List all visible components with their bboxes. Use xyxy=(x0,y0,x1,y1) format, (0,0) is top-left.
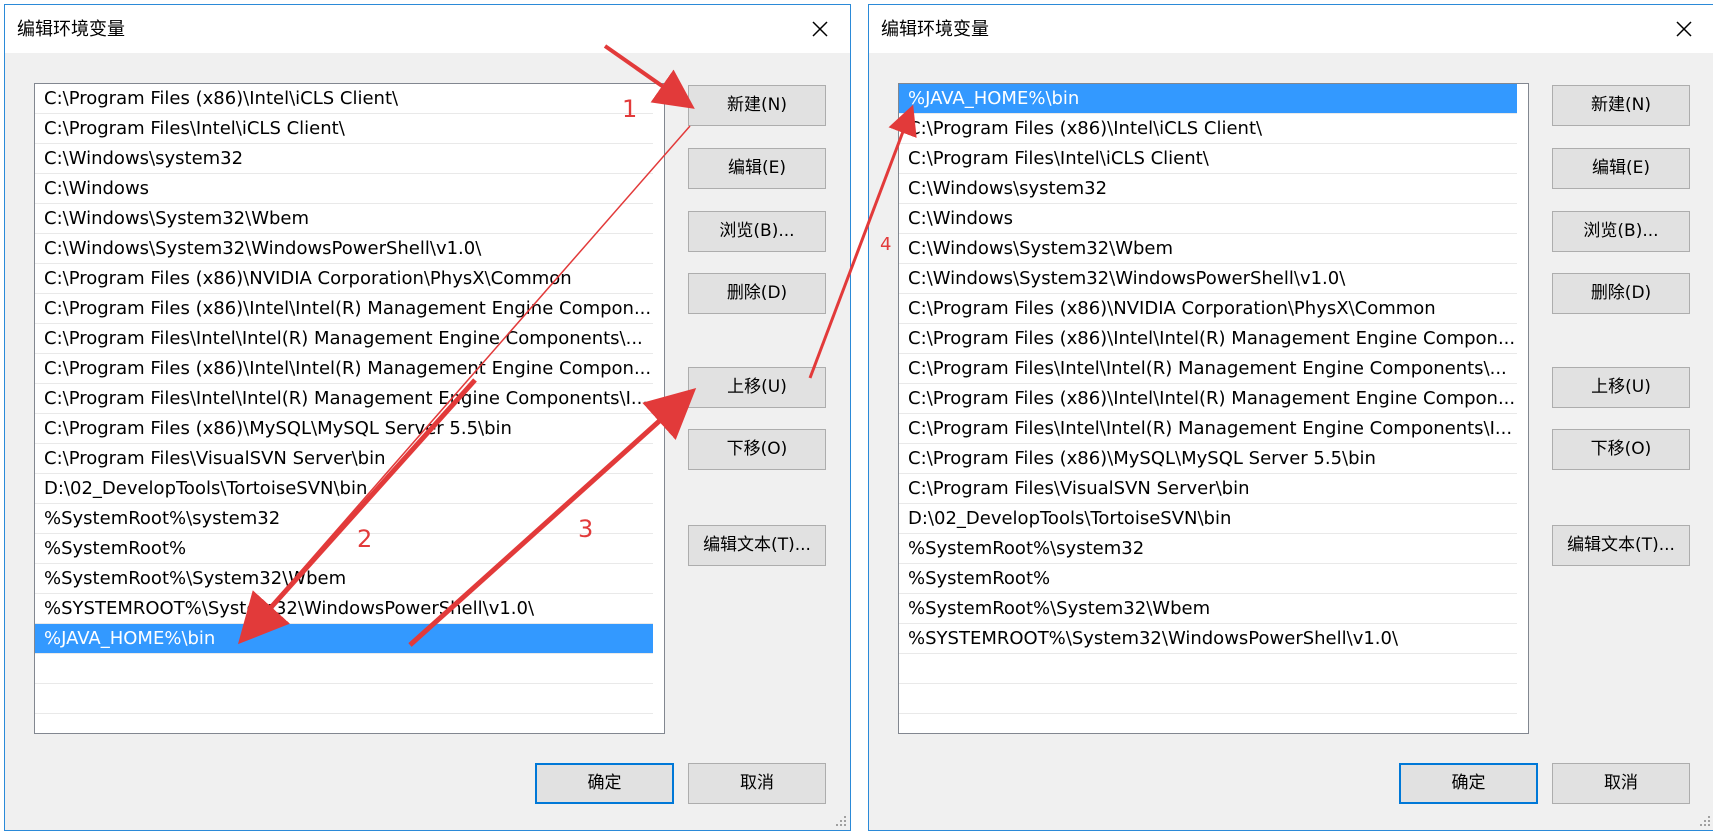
edit-text-button[interactable]: 编辑文本(T)... xyxy=(1552,525,1690,566)
browse-button[interactable]: 浏览(B)... xyxy=(1552,211,1690,252)
path-list[interactable]: C:\Program Files (x86)\Intel\iCLS Client… xyxy=(34,83,665,734)
list-item[interactable] xyxy=(899,654,1517,684)
list-item[interactable]: %JAVA_HOME%\bin xyxy=(35,624,653,654)
list-item[interactable]: C:\Program Files\Intel\iCLS Client\ xyxy=(899,144,1517,174)
list-item[interactable]: C:\Windows xyxy=(35,174,653,204)
list-item[interactable]: C:\Program Files (x86)\Intel\Intel(R) Ma… xyxy=(35,354,653,384)
path-list[interactable]: %JAVA_HOME%\bin C:\Program Files (x86)\In… xyxy=(898,83,1529,734)
list-item[interactable]: %SystemRoot%\system32 xyxy=(899,534,1517,564)
list-item[interactable]: C:\Program Files (x86)\NVIDIA Corporatio… xyxy=(35,264,653,294)
list-item[interactable]: C:\Windows\System32\Wbem xyxy=(35,204,653,234)
list-item[interactable]: C:\Windows\system32 xyxy=(899,174,1517,204)
list-item[interactable] xyxy=(35,684,653,714)
list-item[interactable]: C:\Program Files (x86)\Intel\Intel(R) Ma… xyxy=(899,324,1517,354)
close-icon[interactable] xyxy=(1672,17,1696,41)
list-item[interactable]: C:\Program Files (x86)\MySQL\MySQL Serve… xyxy=(899,444,1517,474)
move-down-button[interactable]: 下移(O) xyxy=(688,429,826,470)
list-item[interactable]: C:\Program Files (x86)\NVIDIA Corporatio… xyxy=(899,294,1517,324)
move-up-button[interactable]: 上移(U) xyxy=(1552,367,1690,408)
list-item[interactable]: %SystemRoot%\system32 xyxy=(35,504,653,534)
cancel-button[interactable]: 取消 xyxy=(688,763,826,804)
annotation-step-2: 2 xyxy=(357,525,373,553)
list-item[interactable] xyxy=(899,684,1517,714)
list-item[interactable]: D:\02_DevelopTools\TortoiseSVN\bin xyxy=(899,504,1517,534)
resize-grip-icon[interactable] xyxy=(1698,814,1712,828)
cancel-button[interactable]: 取消 xyxy=(1552,763,1690,804)
edit-env-var-dialog-left: 编辑环境变量 C:\Program Files (x86)\Intel\iCLS… xyxy=(4,4,851,831)
list-item[interactable]: C:\Windows\System32\WindowsPowerShell\v1… xyxy=(899,264,1517,294)
list-item[interactable]: %SystemRoot%\System32\Wbem xyxy=(35,564,653,594)
edit-button[interactable]: 编辑(E) xyxy=(1552,148,1690,189)
list-item[interactable]: C:\Program Files\Intel\iCLS Client\ xyxy=(35,114,653,144)
annotation-step-4: 4 xyxy=(880,234,892,255)
list-item[interactable]: C:\Program Files\VisualSVN Server\bin xyxy=(899,474,1517,504)
move-up-button[interactable]: 上移(U) xyxy=(688,367,826,408)
list-item[interactable]: C:\Program Files\Intel\Intel(R) Manageme… xyxy=(35,324,653,354)
dialog-title: 编辑环境变量 xyxy=(17,19,125,40)
list-item[interactable]: C:\Windows\System32\Wbem xyxy=(899,234,1517,264)
edit-text-button[interactable]: 编辑文本(T)... xyxy=(688,525,826,566)
list-item[interactable]: C:\Program Files\Intel\Intel(R) Manageme… xyxy=(35,384,653,414)
list-item[interactable]: %SystemRoot% xyxy=(35,534,653,564)
list-item[interactable]: C:\Program Files\Intel\Intel(R) Manageme… xyxy=(899,414,1517,444)
list-item[interactable]: C:\Program Files (x86)\MySQL\MySQL Serve… xyxy=(35,414,653,444)
dialog-title: 编辑环境变量 xyxy=(881,19,989,40)
close-icon[interactable] xyxy=(808,17,832,41)
new-button[interactable]: 新建(N) xyxy=(688,85,826,126)
annotation-step-3: 3 xyxy=(578,515,594,543)
edit-env-var-dialog-right: 编辑环境变量 %JAVA_HOME%\bin C:\Program Files (… xyxy=(868,4,1713,831)
title-bar: 编辑环境变量 xyxy=(5,5,850,53)
list-item[interactable]: %JAVA_HOME%\bin xyxy=(899,84,1517,114)
ok-button[interactable]: 确定 xyxy=(535,763,674,804)
browse-button[interactable]: 浏览(B)... xyxy=(688,211,826,252)
ok-button[interactable]: 确定 xyxy=(1399,763,1538,804)
list-item[interactable]: C:\Program Files (x86)\Intel\iCLS Client… xyxy=(899,114,1517,144)
list-item[interactable]: C:\Program Files (x86)\Intel\iCLS Client… xyxy=(35,84,653,114)
list-item[interactable]: C:\Program Files\Intel\Intel(R) Manageme… xyxy=(899,354,1517,384)
list-item[interactable]: C:\Program Files (x86)\Intel\Intel(R) Ma… xyxy=(899,384,1517,414)
move-down-button[interactable]: 下移(O) xyxy=(1552,429,1690,470)
list-item[interactable]: D:\02_DevelopTools\TortoiseSVN\bin xyxy=(35,474,653,504)
list-item[interactable]: %SystemRoot% xyxy=(899,564,1517,594)
list-item[interactable]: %SystemRoot%\System32\Wbem xyxy=(899,594,1517,624)
delete-button[interactable]: 删除(D) xyxy=(1552,273,1690,314)
title-bar: 编辑环境变量 xyxy=(869,5,1713,53)
list-item[interactable] xyxy=(35,654,653,684)
list-item[interactable]: %SYSTEMROOT%\System32\WindowsPowerShell\… xyxy=(899,624,1517,654)
delete-button[interactable]: 删除(D) xyxy=(688,273,826,314)
list-item[interactable]: C:\Windows\system32 xyxy=(35,144,653,174)
resize-grip-icon[interactable] xyxy=(834,814,848,828)
annotation-step-1: 1 xyxy=(622,95,638,123)
list-item[interactable]: C:\Program Files\VisualSVN Server\bin xyxy=(35,444,653,474)
list-item[interactable]: C:\Windows xyxy=(899,204,1517,234)
list-item[interactable]: %SYSTEMROOT%\System32\WindowsPowerShell\… xyxy=(35,594,653,624)
list-item[interactable]: C:\Windows\System32\WindowsPowerShell\v1… xyxy=(35,234,653,264)
new-button[interactable]: 新建(N) xyxy=(1552,85,1690,126)
list-item[interactable]: C:\Program Files (x86)\Intel\Intel(R) Ma… xyxy=(35,294,653,324)
edit-button[interactable]: 编辑(E) xyxy=(688,148,826,189)
